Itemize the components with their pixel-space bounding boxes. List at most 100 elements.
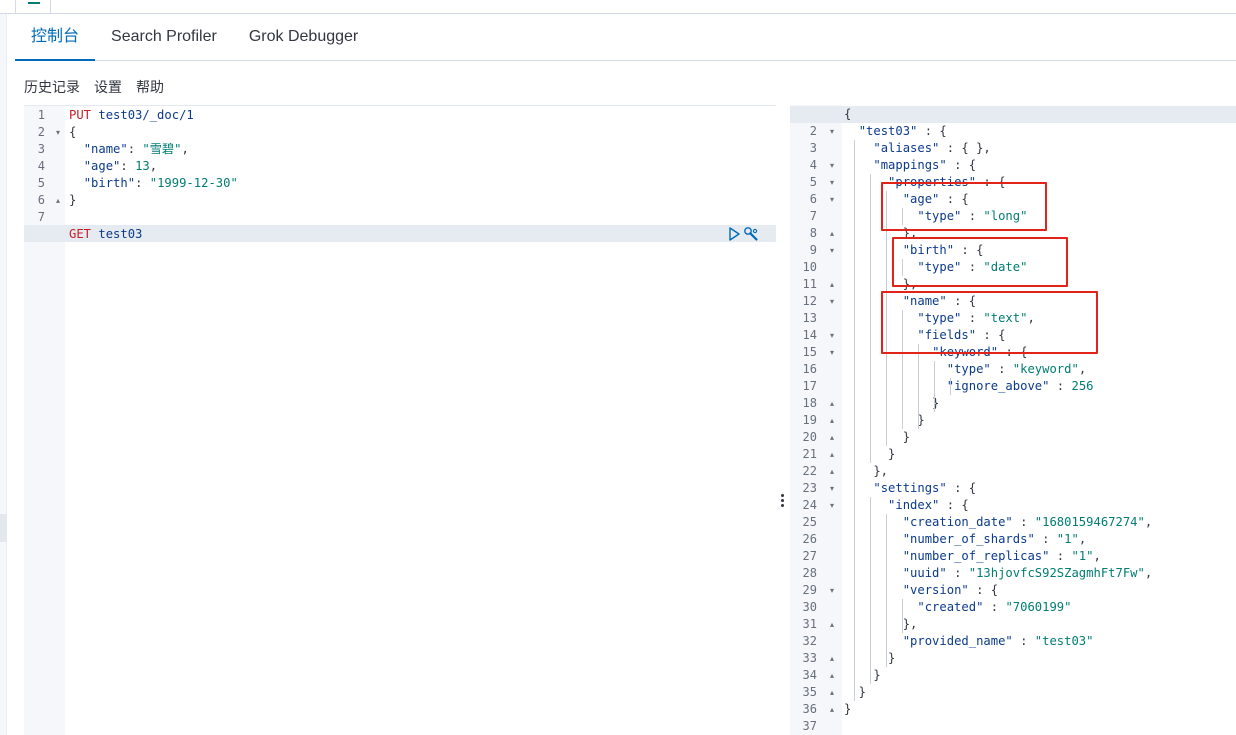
line-number: 24 [802, 498, 817, 512]
fold-open-icon[interactable]: ▾ [56, 124, 60, 141]
line-number: 19 [802, 413, 817, 427]
fold-open-icon[interactable]: ▾ [830, 327, 834, 344]
code-token: "1" [1071, 549, 1094, 563]
line-number: 6 [809, 192, 817, 206]
fold-open-icon[interactable]: ▾ [830, 174, 834, 191]
fold-close-icon[interactable]: ▴ [830, 395, 834, 412]
fold-close-icon[interactable]: ▴ [830, 616, 834, 633]
code-line: PUT test03/_doc/1 [69, 107, 780, 124]
code-token: } [844, 396, 940, 410]
code-line: "settings" : { [844, 480, 1236, 497]
request-code[interactable]: PUT test03/_doc/1{ "name": "雪碧", "age": … [65, 106, 776, 735]
fold-close-icon[interactable]: ▴ [830, 650, 834, 667]
history-link[interactable]: 历史记录 [24, 74, 80, 100]
code-token: "uuid" [902, 566, 947, 580]
tab-grok-debugger[interactable]: Grok Debugger [233, 14, 374, 60]
fold-close-icon[interactable]: ▴ [830, 429, 834, 446]
indent-guide [918, 344, 919, 429]
line-number: 31 [802, 617, 817, 631]
code-token: "type" [917, 260, 962, 274]
code-token: test03 [98, 227, 143, 241]
code-token: "type" [946, 362, 991, 376]
line-number: 32 [802, 634, 817, 648]
request-editor[interactable]: 12▾3456▴78 PUT test03/_doc/1{ "name": "雪… [24, 105, 776, 735]
code-token: } [69, 193, 77, 207]
settings-link[interactable]: 设置 [94, 74, 122, 100]
code-line: } [844, 446, 1236, 463]
line-number: 7 [37, 210, 45, 224]
fold-open-icon[interactable]: ▾ [830, 497, 834, 514]
code-token: }, [844, 617, 918, 631]
code-line: "birth" : { [844, 242, 1236, 259]
fold-close-icon[interactable]: ▴ [830, 667, 834, 684]
code-token: "ignore_above" [946, 379, 1050, 393]
code-line: "name": "雪碧", [69, 141, 780, 158]
line-number: 7 [809, 209, 817, 223]
code-token: : [1034, 532, 1057, 546]
play-icon[interactable] [726, 226, 742, 242]
fold-close-icon[interactable]: ▴ [830, 446, 834, 463]
code-token: : [1049, 379, 1072, 393]
top-header [0, 0, 1236, 14]
nav-collapse-handle[interactable] [0, 514, 7, 542]
code-token: : { [954, 243, 984, 257]
help-link[interactable]: 帮助 [136, 74, 164, 100]
code-line: } [844, 429, 1236, 446]
code-token: : [127, 142, 143, 156]
code-line: "provided_name" : "test03" [844, 633, 1236, 650]
tab-bar: 控制台 Search Profiler Grok Debugger [15, 14, 1236, 61]
code-token: "long" [983, 209, 1028, 223]
code-line: }, [844, 225, 1236, 242]
fold-close-icon[interactable]: ▴ [830, 225, 834, 242]
code-token: "keyword" [932, 345, 999, 359]
tab-console[interactable]: 控制台 [15, 14, 96, 61]
code-token: "mappings" [873, 158, 947, 172]
line-number: 5 [809, 175, 817, 189]
fold-open-icon[interactable]: ▾ [830, 293, 834, 310]
code-token: , [149, 159, 158, 173]
code-token: : { [946, 481, 977, 495]
fold-open-icon[interactable]: ▾ [830, 480, 834, 497]
code-line: "aliases" : { }, [844, 140, 1236, 157]
code-token: "type" [917, 209, 962, 223]
fold-close-icon[interactable]: ▴ [830, 412, 834, 429]
request-gutter: 12▾3456▴78 [24, 106, 65, 735]
fold-open-icon[interactable]: ▾ [830, 191, 834, 208]
app-menu-button[interactable] [15, 0, 51, 14]
code-token: } [844, 413, 925, 427]
fold-open-icon[interactable]: ▾ [830, 582, 834, 599]
indent-guide [886, 191, 887, 446]
fold-close-icon[interactable]: ▴ [830, 276, 834, 293]
panel-resizer[interactable] [776, 105, 790, 735]
code-token: "created" [917, 600, 984, 614]
fold-close-icon[interactable]: ▴ [56, 192, 60, 209]
tab-search-profiler[interactable]: Search Profiler [95, 14, 233, 60]
fold-open-icon[interactable]: ▾ [830, 344, 834, 361]
fold-close-icon[interactable]: ▴ [830, 701, 834, 718]
code-token: } [844, 668, 881, 682]
fold-close-icon[interactable]: ▴ [830, 463, 834, 480]
wrench-icon[interactable] [743, 226, 759, 242]
code-line: "test03" : { [844, 123, 1236, 140]
code-token: "properties" [888, 175, 977, 189]
code-token: : [946, 566, 969, 580]
code-token: "aliases" [873, 141, 940, 155]
fold-open-icon[interactable]: ▾ [830, 242, 834, 259]
fold-close-icon[interactable]: ▴ [830, 684, 834, 701]
code-token: "name" [902, 294, 947, 308]
indent-guide [886, 514, 887, 667]
fold-open-icon[interactable]: ▾ [830, 157, 834, 174]
fold-open-icon[interactable]: ▾ [830, 123, 834, 140]
line-number: 37 [802, 719, 817, 733]
line-number: 4 [37, 159, 45, 173]
